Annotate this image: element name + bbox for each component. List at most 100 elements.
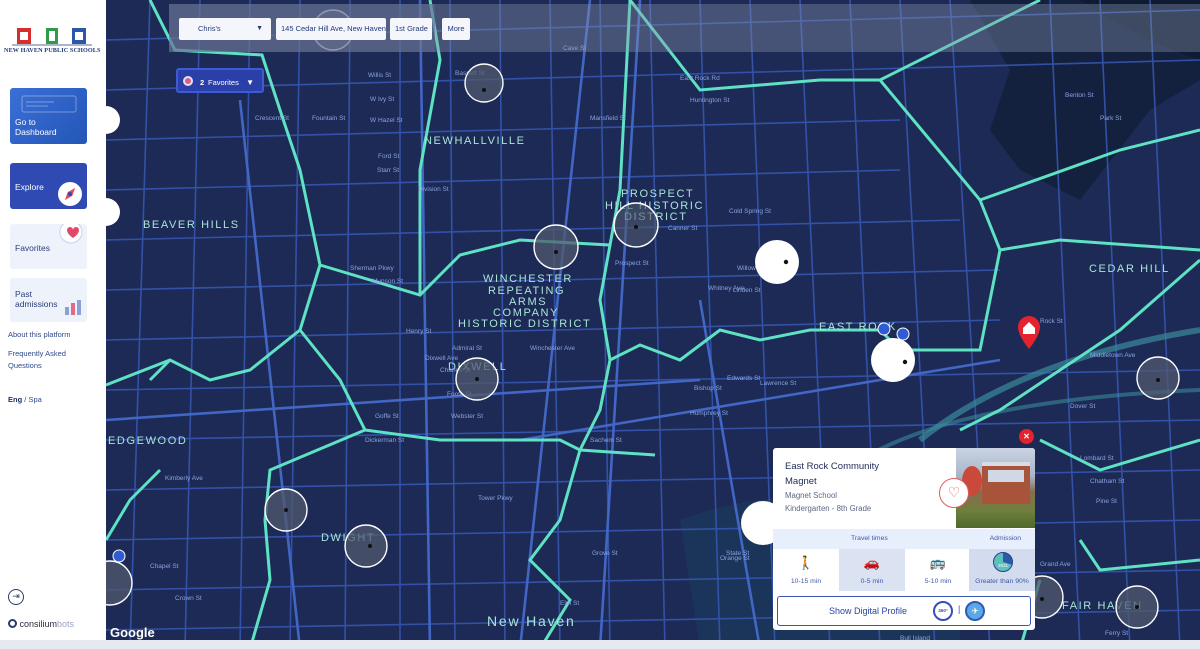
favorites-count: 2	[200, 78, 205, 87]
svg-text:Grand Ave: Grand Ave	[1040, 561, 1071, 568]
svg-text:Chatham St: Chatham St	[1090, 478, 1125, 485]
bus-time-value: 5-10 min	[924, 578, 952, 585]
school-marker[interactable]	[533, 224, 579, 270]
svg-text:Park St: Park St	[1100, 115, 1122, 122]
svg-text:Crescent St: Crescent St	[255, 115, 289, 122]
user-select-value: Chris's	[198, 24, 221, 33]
svg-text:Bishop St: Bishop St	[694, 385, 722, 392]
chevron-down-icon: ▼	[246, 78, 254, 87]
svg-text:Pine St: Pine St	[1096, 498, 1117, 505]
svg-text:Starr St: Starr St	[377, 167, 399, 174]
svg-text:Goffe St: Goffe St	[375, 413, 399, 420]
school-marker[interactable]	[344, 524, 388, 568]
label-historic-district: HISTORIC DISTRICT	[458, 318, 591, 330]
school-type: Magnet School	[785, 491, 838, 500]
svg-text:Edwards St: Edwards St	[727, 375, 760, 382]
tour-360-icon[interactable]: 360°	[933, 601, 953, 621]
nav-dashboard-button[interactable]: Go to Dashboard	[10, 88, 87, 144]
school-grades: Kindergarten - 8th Grade	[785, 504, 872, 513]
school-card: East Rock Community Magnet Magnet School…	[773, 448, 1035, 630]
logout-icon[interactable]: ⇥	[8, 589, 24, 605]
svg-text:W Hazel St: W Hazel St	[370, 117, 403, 124]
faq-link[interactable]: Frequently Asked Questions	[8, 348, 98, 372]
admission-label: Admission	[989, 535, 1021, 542]
school-marker[interactable]	[464, 63, 504, 103]
about-link[interactable]: About this platform	[8, 329, 71, 341]
heart-icon: ♡	[947, 484, 961, 500]
nav-past-admissions-button[interactable]: Past admissions	[10, 278, 87, 322]
nav-explore-button[interactable]: Explore	[10, 163, 87, 209]
taskbar-strip	[0, 640, 1200, 649]
bus-time: 🚌 5-10 min	[905, 549, 971, 591]
svg-text:Chapel St: Chapel St	[150, 563, 179, 570]
cta-label: Show Digital Profile	[829, 606, 908, 616]
svg-text:Ford St: Ford St	[378, 153, 400, 160]
school-marker[interactable]	[455, 357, 499, 401]
lang-spa[interactable]: Spa	[28, 395, 41, 404]
map-canvas[interactable]: NEWHALLVILLE PROSPECT HILL HISTORIC DIST…	[106, 0, 1200, 649]
car-icon: 🚗	[863, 555, 881, 570]
svg-text:Willis St: Willis St	[368, 72, 391, 79]
svg-text:Dickerman St: Dickerman St	[365, 437, 404, 444]
svg-text:Benton St: Benton St	[1065, 92, 1094, 99]
more-button[interactable]: More	[442, 18, 470, 40]
svg-text:Tower Pkwy: Tower Pkwy	[478, 495, 513, 502]
svg-text:Prospect St: Prospect St	[615, 260, 649, 267]
nav-explore-label: Explore	[15, 182, 44, 192]
drone-icon[interactable]: ✈	[965, 601, 985, 621]
svg-text:Henry St: Henry St	[406, 328, 431, 335]
bus-icon: 🚌	[929, 555, 947, 570]
favorites-dropdown[interactable]: 2 Favorites ▼	[176, 68, 264, 93]
bus-marker-icon	[877, 322, 891, 336]
school-marker[interactable]	[613, 202, 659, 248]
school-marker[interactable]	[264, 488, 308, 532]
lang-eng[interactable]: Eng	[8, 395, 22, 404]
label-edgewood: EDGEWOOD	[108, 435, 187, 447]
school-marker[interactable]	[1136, 356, 1180, 400]
svg-text:Dixwell Ave: Dixwell Ave	[425, 355, 459, 362]
google-attribution: Google	[110, 625, 155, 640]
chevron-down-icon: ▼	[256, 25, 263, 32]
sidebar: NEW HAVEN PUBLIC SCHOOLS Go to Dashboard…	[0, 0, 106, 649]
language-switch: Eng / Spa	[8, 395, 42, 404]
svg-text:Rock St: Rock St	[1040, 318, 1063, 325]
nav-favorites-label: Favorites	[15, 243, 50, 253]
svg-text:State St: State St	[726, 550, 749, 557]
grade-select[interactable]: 1st Grade	[390, 18, 432, 40]
travel-times-label: Travel times	[851, 535, 888, 542]
show-digital-profile-button[interactable]: Show Digital Profile 360° | ✈	[777, 596, 1031, 626]
car-time: 🚗 0-5 min	[839, 549, 905, 591]
bar-chart-icon	[65, 300, 81, 315]
close-icon[interactable]: ✕	[1019, 429, 1034, 444]
svg-text:Humphrey St: Humphrey St	[690, 410, 728, 417]
cta-separator: |	[958, 604, 961, 614]
admission-year: 2021	[997, 563, 1008, 568]
svg-text:Crown St: Crown St	[175, 595, 202, 602]
svg-text:Kimberly Ave: Kimberly Ave	[165, 475, 203, 482]
favorite-heart-button[interactable]: ♡	[939, 478, 969, 508]
nav-favorites-button[interactable]: Favorites	[10, 224, 87, 269]
walk-time-value: 10-15 min	[790, 578, 822, 585]
consilium-brand: consiliumbots	[8, 619, 74, 629]
admission-rate: 2021 Greater than 90%	[969, 549, 1035, 591]
svg-text:Canner St: Canner St	[668, 225, 697, 232]
svg-text:Grove St: Grove St	[592, 550, 618, 557]
svg-text:Munson St: Munson St	[372, 278, 403, 285]
svg-text:Admiral St: Admiral St	[452, 345, 482, 352]
svg-text:Huntington St: Huntington St	[690, 97, 730, 104]
address-field[interactable]: 145 Cedar Hill Ave, New Haven	[276, 18, 386, 40]
svg-text:Whitney Ave: Whitney Ave	[708, 285, 744, 292]
user-select[interactable]: Chris's ▼	[179, 18, 271, 40]
svg-text:Elm St: Elm St	[560, 600, 579, 607]
label-winchester: WINCHESTER	[483, 273, 573, 285]
svg-text:Sachem St: Sachem St	[590, 437, 622, 444]
svg-text:Dover St: Dover St	[1070, 403, 1095, 410]
label-beaver-hills: BEAVER HILLS	[143, 219, 240, 231]
school-marker[interactable]	[755, 240, 799, 284]
svg-text:Division St: Division St	[418, 186, 449, 193]
svg-text:Lombard St: Lombard St	[1080, 455, 1114, 462]
consilium-suffix: bots	[57, 619, 75, 629]
school-marker[interactable]	[1115, 585, 1159, 629]
compass-icon	[58, 182, 82, 206]
school-marker-selected[interactable]	[871, 338, 915, 382]
